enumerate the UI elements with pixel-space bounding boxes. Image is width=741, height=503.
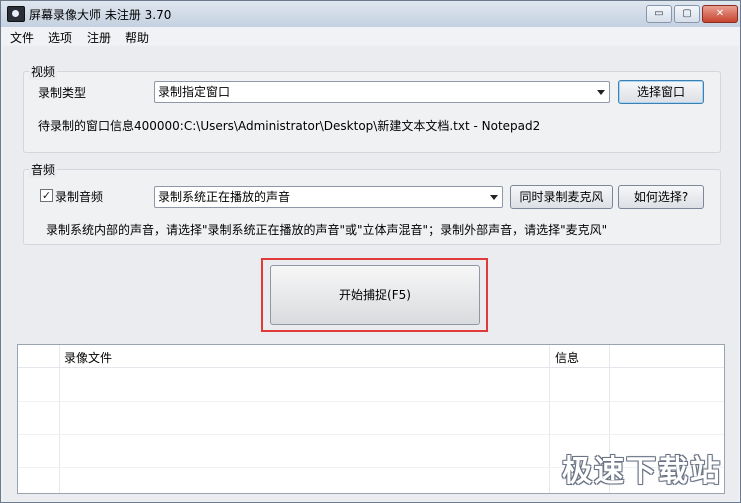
record-type-label: 录制类型 bbox=[38, 86, 87, 100]
audio-source-value: 录制系统正在播放的声音 bbox=[158, 190, 291, 204]
record-audio-label[interactable]: 录制音频 bbox=[55, 188, 103, 205]
record-mic-button[interactable]: 同时录制麦克风 bbox=[510, 185, 613, 209]
menu-help[interactable]: 帮助 bbox=[125, 29, 149, 46]
record-type-select[interactable]: 录制指定窗口 bbox=[154, 81, 610, 103]
record-type-value: 录制指定窗口 bbox=[158, 85, 231, 99]
camera-icon bbox=[7, 6, 25, 22]
menu-register[interactable]: 注册 bbox=[87, 29, 111, 46]
row-divider bbox=[18, 434, 724, 435]
column-divider bbox=[549, 345, 550, 493]
row-divider bbox=[18, 401, 724, 402]
title-bar[interactable]: 屏幕录像大师 未注册 3.70 ▭ ▢ ✕ bbox=[1, 1, 740, 28]
start-capture-button[interactable]: 开始捕捉(F5) bbox=[270, 265, 480, 325]
audio-source-select[interactable]: 录制系统正在播放的声音 bbox=[154, 186, 503, 208]
menu-options[interactable]: 选项 bbox=[48, 29, 72, 46]
close-button[interactable]: ✕ bbox=[702, 5, 738, 23]
watermark-logo: 极速下载站 bbox=[562, 454, 722, 489]
recording-list-header: 录像文件 信息 bbox=[18, 345, 724, 368]
column-recording-file[interactable]: 录像文件 bbox=[64, 349, 112, 366]
menu-file[interactable]: 文件 bbox=[10, 29, 34, 46]
record-audio-checkbox[interactable]: ✓ bbox=[40, 189, 53, 202]
video-group-label: 视频 bbox=[29, 63, 58, 80]
menu-bar: 文件 选项 注册 帮助 bbox=[1, 27, 740, 45]
audio-group-label: 音频 bbox=[29, 161, 58, 178]
maximize-button[interactable]: ▢ bbox=[674, 5, 700, 23]
client-area: 视频 录制类型 录制指定窗口 选择窗口 待录制的窗口信息400000:C:\Us… bbox=[3, 46, 738, 501]
window-title: 屏幕录像大师 未注册 3.70 bbox=[29, 8, 172, 22]
app-window: 屏幕录像大师 未注册 3.70 ▭ ▢ ✕ 文件 选项 注册 帮助 视频 录制类… bbox=[0, 0, 741, 503]
window-info-text: 待录制的窗口信息400000:C:\Users\Administrator\De… bbox=[38, 119, 541, 133]
column-divider bbox=[59, 345, 60, 493]
how-to-choose-button[interactable]: 如何选择? bbox=[618, 185, 704, 209]
column-info[interactable]: 信息 bbox=[555, 349, 579, 366]
chevron-down-icon bbox=[597, 90, 605, 95]
chevron-down-icon bbox=[490, 195, 498, 200]
select-window-button[interactable]: 选择窗口 bbox=[618, 80, 704, 104]
audio-hint-text: 录制系统内部的声音，请选择"录制系统正在播放的声音"或"立体声混音"；录制外部声… bbox=[46, 223, 608, 237]
minimize-button[interactable]: ▭ bbox=[646, 5, 672, 23]
